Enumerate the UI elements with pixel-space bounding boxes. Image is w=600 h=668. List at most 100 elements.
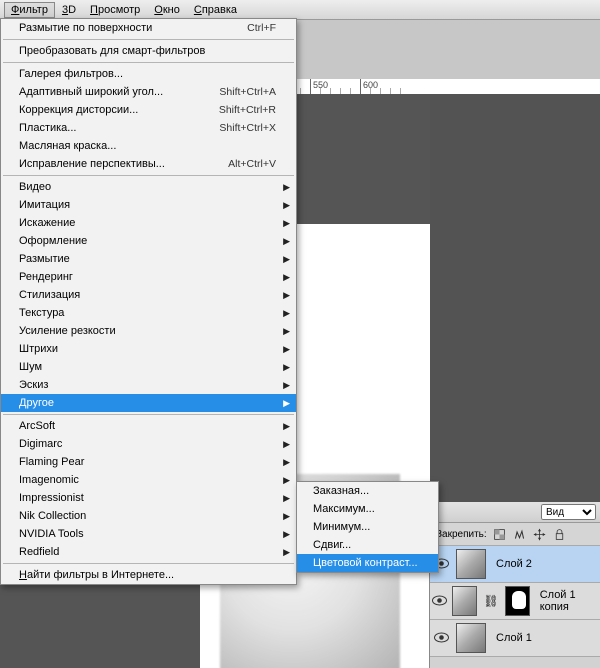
menu-item-label: Усиление резкости (19, 325, 116, 337)
filter-menu-item[interactable]: Пластика...Shift+Ctrl+X (1, 119, 296, 137)
menu-item-label: Размытие (19, 253, 70, 265)
submenu-item[interactable]: Максимум... (297, 500, 438, 518)
filter-menu-item[interactable]: Оформление ▶ (1, 232, 296, 250)
submenu-item[interactable]: Цветовой контраст... (297, 554, 438, 572)
filter-menu-item[interactable]: Видео ▶ (1, 178, 296, 196)
layer-row[interactable]: Слой 2 (430, 546, 600, 583)
filter-menu-item[interactable]: Imagenomic▶ (1, 471, 296, 489)
filter-menu-item[interactable]: Шум▶ (1, 358, 296, 376)
menu-item-label: Рендеринг (19, 271, 73, 283)
layer-blend-mode-select[interactable]: Вид (541, 504, 596, 520)
layer-thumbnail[interactable] (456, 623, 486, 653)
menu-item-фильтр[interactable]: Фильтр (4, 2, 55, 18)
menu-item-label: Галерея фильтров... (19, 68, 123, 80)
menu-item-label: Адаптивный широкий угол... (19, 86, 163, 98)
menu-item-shortcut: Shift+Ctrl+A (219, 86, 276, 98)
filter-menu-item[interactable]: Найти фильтры в Интернете... (1, 566, 296, 584)
submenu-arrow-icon: ▶ (283, 439, 290, 450)
filter-menu-item[interactable]: Рендеринг▶ (1, 268, 296, 286)
filter-menu-item[interactable]: Адаптивный широкий угол... Shift+Ctrl+A (1, 83, 296, 101)
menubar: Фильтр3DПросмотрОкноСправка (0, 0, 600, 20)
lock-transparency-icon[interactable] (493, 527, 507, 541)
submenu-arrow-icon: ▶ (283, 308, 290, 319)
menu-item-label: Текстура (19, 307, 64, 319)
menu-item-справка[interactable]: Справка (187, 2, 244, 18)
submenu-item[interactable]: Заказная... (297, 482, 438, 500)
submenu-item[interactable]: Минимум... (297, 518, 438, 536)
filter-menu-item[interactable]: Другое ▶ (1, 394, 296, 412)
menu-item-label: Исправление перспективы... (19, 158, 165, 170)
menu-item-окно[interactable]: Окно (147, 2, 187, 18)
filter-menu-item[interactable]: Impressionist▶ (1, 489, 296, 507)
layers-lock-row: Закрепить: (430, 523, 600, 546)
filter-menu-item[interactable]: Эскиз▶ (1, 376, 296, 394)
menu-item-label: Размытие по поверхности (19, 22, 152, 34)
submenu-arrow-icon: ▶ (283, 290, 290, 301)
submenu-arrow-icon: ▶ (283, 380, 290, 391)
submenu-arrow-icon: ▶ (283, 200, 290, 211)
layer-name-label: Слой 2 (496, 558, 532, 570)
menu-item-label: Преобразовать для смарт-фильтров (19, 45, 205, 57)
filter-menu-item[interactable]: Размытие▶ (1, 250, 296, 268)
filter-menu-item[interactable]: Преобразовать для смарт-фильтров (1, 42, 296, 60)
filter-menu-item[interactable]: Nik Collection ▶ (1, 507, 296, 525)
filter-menu-item[interactable]: Redfield▶ (1, 543, 296, 561)
layer-row[interactable]: Слой 1 (430, 620, 600, 657)
menu-item-label: Стилизация (19, 289, 80, 301)
filter-menu-item[interactable]: Усиление резкости ▶ (1, 322, 296, 340)
lock-all-icon[interactable] (553, 527, 567, 541)
menu-item-3d[interactable]: 3D (55, 2, 83, 18)
filter-menu-item[interactable]: Коррекция дисторсии... Shift+Ctrl+R (1, 101, 296, 119)
submenu-arrow-icon: ▶ (283, 218, 290, 229)
layer-mask-link-icon[interactable]: ⛓ (483, 594, 498, 608)
submenu-arrow-icon: ▶ (283, 398, 290, 409)
filter-menu-item[interactable]: Стилизация ▶ (1, 286, 296, 304)
layer-name-label: Слой 1 копия (540, 589, 596, 613)
layer-name-label: Слой 1 (496, 632, 532, 644)
menu-item-label: Imagenomic (19, 474, 79, 486)
lock-position-icon[interactable] (533, 527, 547, 541)
menu-item-label: Видео (19, 181, 51, 193)
layer-row[interactable]: ⛓ Слой 1 копия (430, 583, 600, 620)
filter-menu-item[interactable]: NVIDIA Tools▶ (1, 525, 296, 543)
filter-menu-item[interactable]: Исправление перспективы...Alt+Ctrl+V (1, 155, 296, 173)
filter-menu-item[interactable]: Размытие по поверхности Ctrl+F (1, 19, 296, 37)
menu-item-просмотр[interactable]: Просмотр (83, 2, 147, 18)
filter-menu-item[interactable]: Штрихи▶ (1, 340, 296, 358)
filter-menu-item[interactable]: Имитация ▶ (1, 196, 296, 214)
filter-menu-item[interactable]: Текстура ▶ (1, 304, 296, 322)
submenu-arrow-icon: ▶ (283, 344, 290, 355)
layer-thumbnail[interactable] (452, 586, 477, 616)
layers-panel: Вид Закрепить: Слой 2 ⛓ Слой 1 копия Слой 1 (429, 502, 600, 668)
visibility-eye-icon[interactable] (430, 630, 452, 646)
menu-item-label: Nik Collection (19, 510, 86, 522)
layers-panel-header: Вид (430, 502, 600, 523)
menu-item-label: Имитация (19, 199, 70, 211)
menu-item-label: Искажение (19, 217, 75, 229)
filter-menu-item[interactable]: Масляная краска... (1, 137, 296, 155)
menu-item-shortcut: Ctrl+F (247, 22, 276, 34)
filter-submenu-other: Заказная...Максимум...Минимум...Сдвиг...… (296, 481, 439, 573)
submenu-arrow-icon: ▶ (283, 236, 290, 247)
menu-item-label: Коррекция дисторсии... (19, 104, 138, 116)
filter-menu-item[interactable]: Digimarc▶ (1, 435, 296, 453)
submenu-arrow-icon: ▶ (283, 511, 290, 522)
filter-menu: Размытие по поверхности Ctrl+F Преобразова… (0, 18, 297, 585)
menu-item-label: Другое (19, 397, 54, 409)
menu-item-shortcut: Shift+Ctrl+R (219, 104, 276, 116)
layer-thumbnail[interactable] (456, 549, 486, 579)
filter-menu-item[interactable]: ArcSoft▶ (1, 417, 296, 435)
submenu-item[interactable]: Сдвиг... (297, 536, 438, 554)
menu-item-label: Шум (19, 361, 42, 373)
menu-item-label: Оформление (19, 235, 87, 247)
submenu-arrow-icon: ▶ (283, 182, 290, 193)
layer-mask-thumbnail[interactable] (505, 586, 530, 616)
filter-menu-item[interactable]: Галерея фильтров... (1, 65, 296, 83)
submenu-arrow-icon: ▶ (283, 326, 290, 337)
lock-pixels-icon[interactable] (513, 527, 527, 541)
visibility-eye-icon[interactable] (430, 593, 448, 609)
filter-menu-item[interactable]: Flaming Pear▶ (1, 453, 296, 471)
submenu-arrow-icon: ▶ (283, 457, 290, 468)
lock-label: Закрепить: (436, 529, 487, 540)
filter-menu-item[interactable]: Искажение ▶ (1, 214, 296, 232)
